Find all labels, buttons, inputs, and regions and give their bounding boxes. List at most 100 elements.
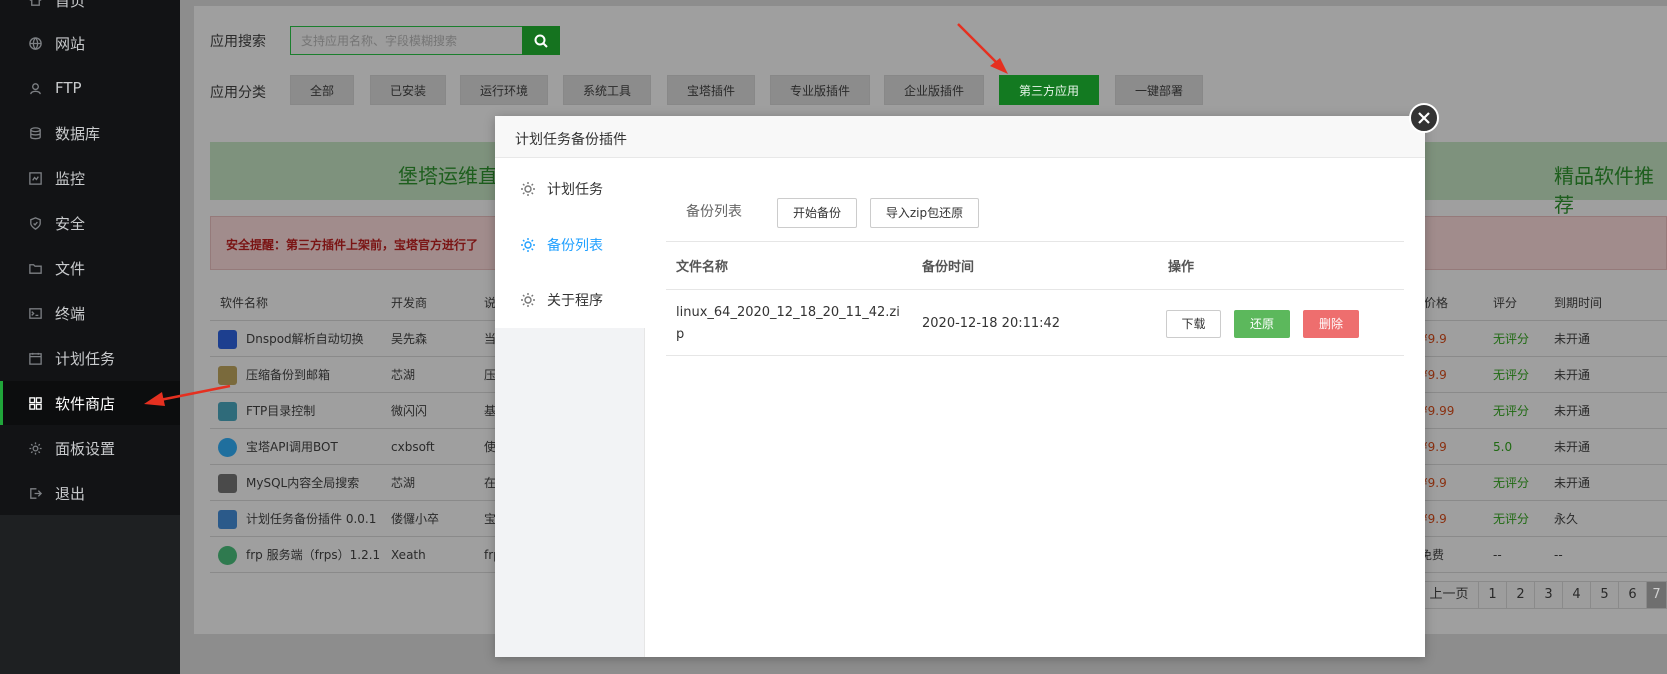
row-expire: 未开通 bbox=[1554, 332, 1591, 346]
row-score: 5.0 bbox=[1493, 440, 1513, 454]
apps-icon bbox=[27, 395, 43, 411]
security-alert-text: 安全提醒：第三方插件上架前，宝塔官方进行了 bbox=[226, 238, 479, 252]
category-bt-plugins[interactable]: 宝塔插件 bbox=[667, 75, 755, 105]
row-name: frp 服务端（frps）1.2.1 bbox=[246, 548, 381, 562]
dialog-nav-label: 备份列表 bbox=[547, 238, 603, 254]
dialog-nav-backup-list[interactable]: 备份列表 bbox=[495, 217, 645, 273]
search-button[interactable] bbox=[522, 26, 560, 55]
row-expire: 未开通 bbox=[1554, 368, 1591, 382]
dialog-title: 计划任务备份插件 bbox=[515, 132, 627, 148]
gear-icon bbox=[519, 180, 537, 198]
category-all[interactable]: 全部 bbox=[290, 75, 354, 105]
start-backup-button[interactable]: 开始备份 bbox=[777, 198, 857, 228]
sidebar-item-logout[interactable]: 退出 bbox=[0, 471, 180, 515]
sidebar-item-label: 终端 bbox=[55, 304, 86, 323]
dialog-close-button[interactable] bbox=[1409, 103, 1439, 133]
pager-prev[interactable]: 上一页 bbox=[1419, 581, 1479, 609]
pager-page[interactable]: 6 bbox=[1618, 581, 1647, 609]
pager-page-current[interactable]: 7 bbox=[1646, 581, 1667, 609]
sidebar-item-website[interactable]: 网站 bbox=[0, 21, 180, 65]
row-expire: -- bbox=[1554, 548, 1563, 562]
pager-page[interactable]: 5 bbox=[1590, 581, 1619, 609]
row-expire: 未开通 bbox=[1554, 476, 1591, 490]
row-dev: 芯湖 bbox=[391, 476, 416, 490]
frp-icon bbox=[218, 546, 237, 565]
pager-page[interactable]: 2 bbox=[1506, 581, 1535, 609]
sidebar-item-monitor[interactable]: 监控 bbox=[0, 156, 180, 200]
gear-icon bbox=[27, 440, 43, 456]
shield-icon bbox=[27, 215, 43, 231]
backup-file-name-wrap: p bbox=[676, 327, 685, 342]
sidebar-item-label: 监控 bbox=[55, 169, 86, 188]
search-input[interactable] bbox=[290, 26, 523, 55]
sidebar-item-ftp[interactable]: FTP bbox=[0, 66, 180, 110]
row-dev: 微闪闪 bbox=[391, 404, 428, 418]
dialog-nav-label: 计划任务 bbox=[547, 182, 603, 198]
sidebar-item-files[interactable]: 文件 bbox=[0, 246, 180, 290]
category-installed[interactable]: 已安装 bbox=[370, 75, 446, 105]
sidebar-item-terminal[interactable]: 终端 bbox=[0, 291, 180, 335]
pager-page[interactable]: 3 bbox=[1534, 581, 1563, 609]
category-third-party[interactable]: 第三方应用 bbox=[999, 75, 1099, 105]
annotation-arrow-icon bbox=[144, 384, 231, 406]
pager-page[interactable]: 4 bbox=[1562, 581, 1591, 609]
row-price: ¥9.99 bbox=[1420, 404, 1455, 418]
row-expire: 永久 bbox=[1554, 512, 1579, 526]
download-button[interactable]: 下载 bbox=[1166, 310, 1221, 338]
backup-plugin-dialog: 计划任务备份插件 计划任务 备份列表 关于程序 备份列表 开始备份 导入zip包… bbox=[495, 116, 1425, 657]
sidebar-item-settings[interactable]: 面板设置 bbox=[0, 426, 180, 470]
row-score: 无评分 bbox=[1493, 404, 1530, 418]
dialog-header: 计划任务备份插件 bbox=[495, 116, 1425, 158]
category-pro-plugins[interactable]: 专业版插件 bbox=[770, 75, 870, 105]
sidebar-item-label: 安全 bbox=[55, 214, 86, 233]
row-dev: Xeath bbox=[391, 548, 426, 562]
category-enterprise-plugins[interactable]: 企业版插件 bbox=[884, 75, 984, 105]
row-name: FTP目录控制 bbox=[246, 404, 316, 418]
divider bbox=[666, 355, 1404, 356]
sidebar-item-label: FTP bbox=[55, 79, 82, 97]
row-dev: cxbsoft bbox=[391, 440, 435, 454]
delete-button[interactable]: 删除 bbox=[1303, 310, 1359, 338]
sidebar-item-home[interactable]: 首页 bbox=[0, 0, 180, 22]
row-score: 无评分 bbox=[1493, 368, 1530, 382]
globe-icon bbox=[27, 35, 43, 51]
category-runtime[interactable]: 运行环境 bbox=[460, 75, 548, 105]
dnspod-icon bbox=[218, 330, 237, 349]
backup-list-label: 备份列表 bbox=[686, 204, 742, 220]
sidebar-item-label: 退出 bbox=[55, 484, 86, 503]
category-system-tools[interactable]: 系统工具 bbox=[563, 75, 651, 105]
divider bbox=[666, 241, 1404, 242]
row-dev: 吴先森 bbox=[391, 332, 428, 346]
column-header-time: 备份时间 bbox=[922, 260, 975, 275]
sidebar-item-label: 网站 bbox=[55, 34, 86, 53]
sidebar-item-label: 首页 bbox=[55, 0, 86, 10]
sidebar: 首页 网站 FTP 数据库 监控 安全 文件 终端 计划任务 软件商店 面板设置 bbox=[0, 0, 180, 674]
import-zip-button[interactable]: 导入zip包还原 bbox=[870, 198, 979, 228]
dialog-nav-cron[interactable]: 计划任务 bbox=[495, 161, 645, 217]
search-label: 应用搜索 bbox=[210, 34, 266, 50]
category-label: 应用分类 bbox=[210, 85, 266, 101]
row-name: 宝塔API调用BOT bbox=[246, 440, 338, 454]
column-header: 开发商 bbox=[391, 296, 428, 310]
pager-page[interactable]: 1 bbox=[1478, 581, 1507, 609]
restore-button[interactable]: 还原 bbox=[1234, 310, 1290, 338]
sidebar-item-label: 数据库 bbox=[55, 124, 101, 143]
sidebar-item-database[interactable]: 数据库 bbox=[0, 111, 180, 155]
logout-icon bbox=[27, 485, 43, 501]
category-one-click-deploy[interactable]: 一键部署 bbox=[1115, 75, 1203, 105]
telegram-icon bbox=[218, 438, 237, 457]
sidebar-item-cron[interactable]: 计划任务 bbox=[0, 336, 180, 380]
backup-time: 2020-12-18 20:11:42 bbox=[922, 316, 1061, 331]
column-header-action: 操作 bbox=[1168, 260, 1195, 275]
dialog-nav-about[interactable]: 关于程序 bbox=[495, 272, 645, 328]
gear-icon bbox=[519, 236, 537, 254]
row-score: 无评分 bbox=[1493, 512, 1530, 526]
search-icon bbox=[534, 34, 548, 48]
column-header: 软件名称 bbox=[220, 296, 269, 310]
sidebar-item-security[interactable]: 安全 bbox=[0, 201, 180, 245]
row-expire: 未开通 bbox=[1554, 404, 1591, 418]
divider bbox=[666, 289, 1404, 290]
row-score: -- bbox=[1493, 548, 1502, 562]
row-score: 无评分 bbox=[1493, 332, 1530, 346]
dialog-content: 备份列表 开始备份 导入zip包还原 文件名称 备份时间 操作 linux_64… bbox=[646, 159, 1425, 657]
